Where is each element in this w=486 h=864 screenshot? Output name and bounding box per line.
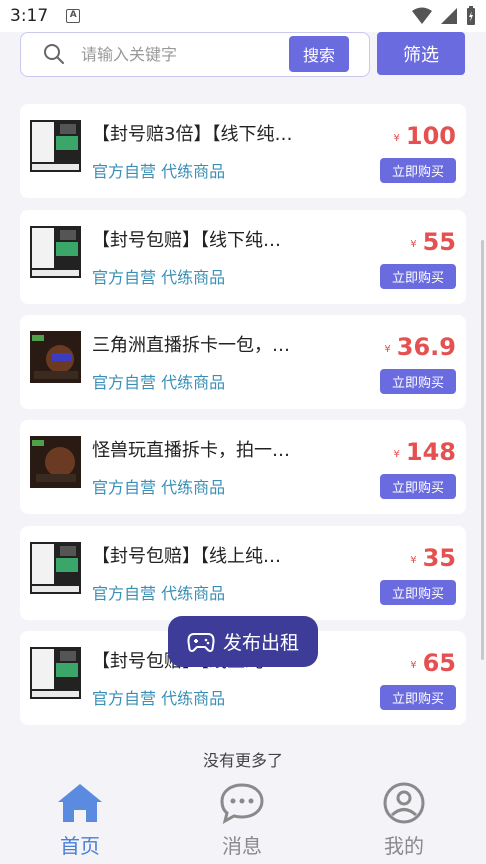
buy-now-button[interactable]: 立即购买 (380, 685, 456, 710)
search-icon (44, 44, 64, 64)
tab-home[interactable]: 首页 (30, 782, 130, 859)
filter-button[interactable]: 筛选 (377, 32, 465, 75)
product-card[interactable]: 三角洲直播拆卡一包，… 官方自营 代练商品 ¥36.9 立即购买 (20, 315, 466, 409)
tab-profile-label: 我的 (384, 834, 424, 858)
status-time: 3:17 (10, 6, 49, 26)
search-button[interactable]: 搜索 (289, 36, 349, 72)
buy-now-button[interactable]: 立即购买 (380, 264, 456, 289)
scrollbar[interactable] (481, 240, 484, 660)
product-card[interactable]: 【封号赔3倍】【线下纯… 官方自营 代练商品 ¥100 立即购买 (20, 104, 466, 198)
product-title: 三角洲直播拆卡一包，… (92, 335, 290, 356)
signal-icon (441, 8, 457, 24)
product-title: 【封号赔3倍】【线下纯… (92, 124, 293, 145)
product-card[interactable]: 【封号包赔】【线下纯… 官方自营 代练商品 ¥55 立即购买 (20, 210, 466, 304)
battery-icon (467, 6, 475, 25)
buy-now-button[interactable]: 立即购买 (380, 580, 456, 605)
no-more-text: 没有更多了 (202, 751, 283, 770)
product-card[interactable]: 怪兽玩直播拆卡，拍一… 官方自营 代练商品 ¥148 立即购买 (20, 420, 466, 514)
notification-a-icon: A (66, 9, 81, 23)
product-thumbnail (30, 120, 81, 172)
product-title: 【封号包赔】【线下纯… (92, 230, 281, 251)
product-tags: 官方自营 代练商品 (92, 478, 226, 497)
product-tags: 官方自营 代练商品 (92, 268, 226, 287)
product-price: ¥36.9 (384, 333, 456, 361)
product-tags: 官方自营 代练商品 (92, 373, 226, 392)
buy-now-button[interactable]: 立即购买 (380, 369, 456, 394)
user-icon (383, 782, 425, 824)
home-icon (58, 784, 102, 822)
product-thumbnail (30, 331, 81, 383)
search-box[interactable]: 搜索 (20, 32, 370, 77)
tab-profile[interactable]: 我的 (354, 782, 454, 859)
product-thumbnail (30, 226, 81, 278)
tab-messages[interactable]: 消息 (192, 782, 292, 859)
wifi-icon (412, 7, 432, 24)
product-tags: 官方自营 代练商品 (92, 162, 226, 181)
tab-home-label: 首页 (60, 834, 100, 858)
product-card[interactable]: 【封号包赔】【线上纯… 官方自营 代练商品 ¥35 立即购买 (20, 526, 466, 620)
product-title: 【封号包赔】【线上纯… (92, 546, 281, 567)
publish-rent-button[interactable]: 发布出租 (168, 616, 318, 667)
product-thumbnail (30, 647, 81, 699)
product-price: ¥35 (410, 544, 456, 572)
status-icons (412, 6, 476, 26)
product-thumbnail (30, 542, 81, 594)
product-title: 怪兽玩直播拆卡，拍一… (92, 440, 290, 461)
publish-rent-label: 发布出租 (222, 632, 299, 654)
product-price: ¥100 (393, 122, 456, 150)
tab-messages-label: 消息 (222, 834, 262, 858)
product-tags: 官方自营 代练商品 (92, 689, 226, 708)
search-input[interactable] (81, 41, 281, 67)
product-tags: 官方自营 代练商品 (92, 584, 226, 603)
product-price: ¥148 (393, 438, 456, 466)
product-price: ¥55 (410, 228, 456, 256)
product-price: ¥65 (410, 649, 456, 677)
bottom-tab-bar: 首页 消息 我的 (0, 772, 486, 864)
chat-icon (220, 783, 264, 824)
product-thumbnail (30, 436, 81, 488)
gamepad-icon (187, 632, 215, 652)
buy-now-button[interactable]: 立即购买 (380, 158, 456, 183)
status-bar: 3:17 A (0, 0, 486, 32)
buy-now-button[interactable]: 立即购买 (380, 474, 456, 499)
